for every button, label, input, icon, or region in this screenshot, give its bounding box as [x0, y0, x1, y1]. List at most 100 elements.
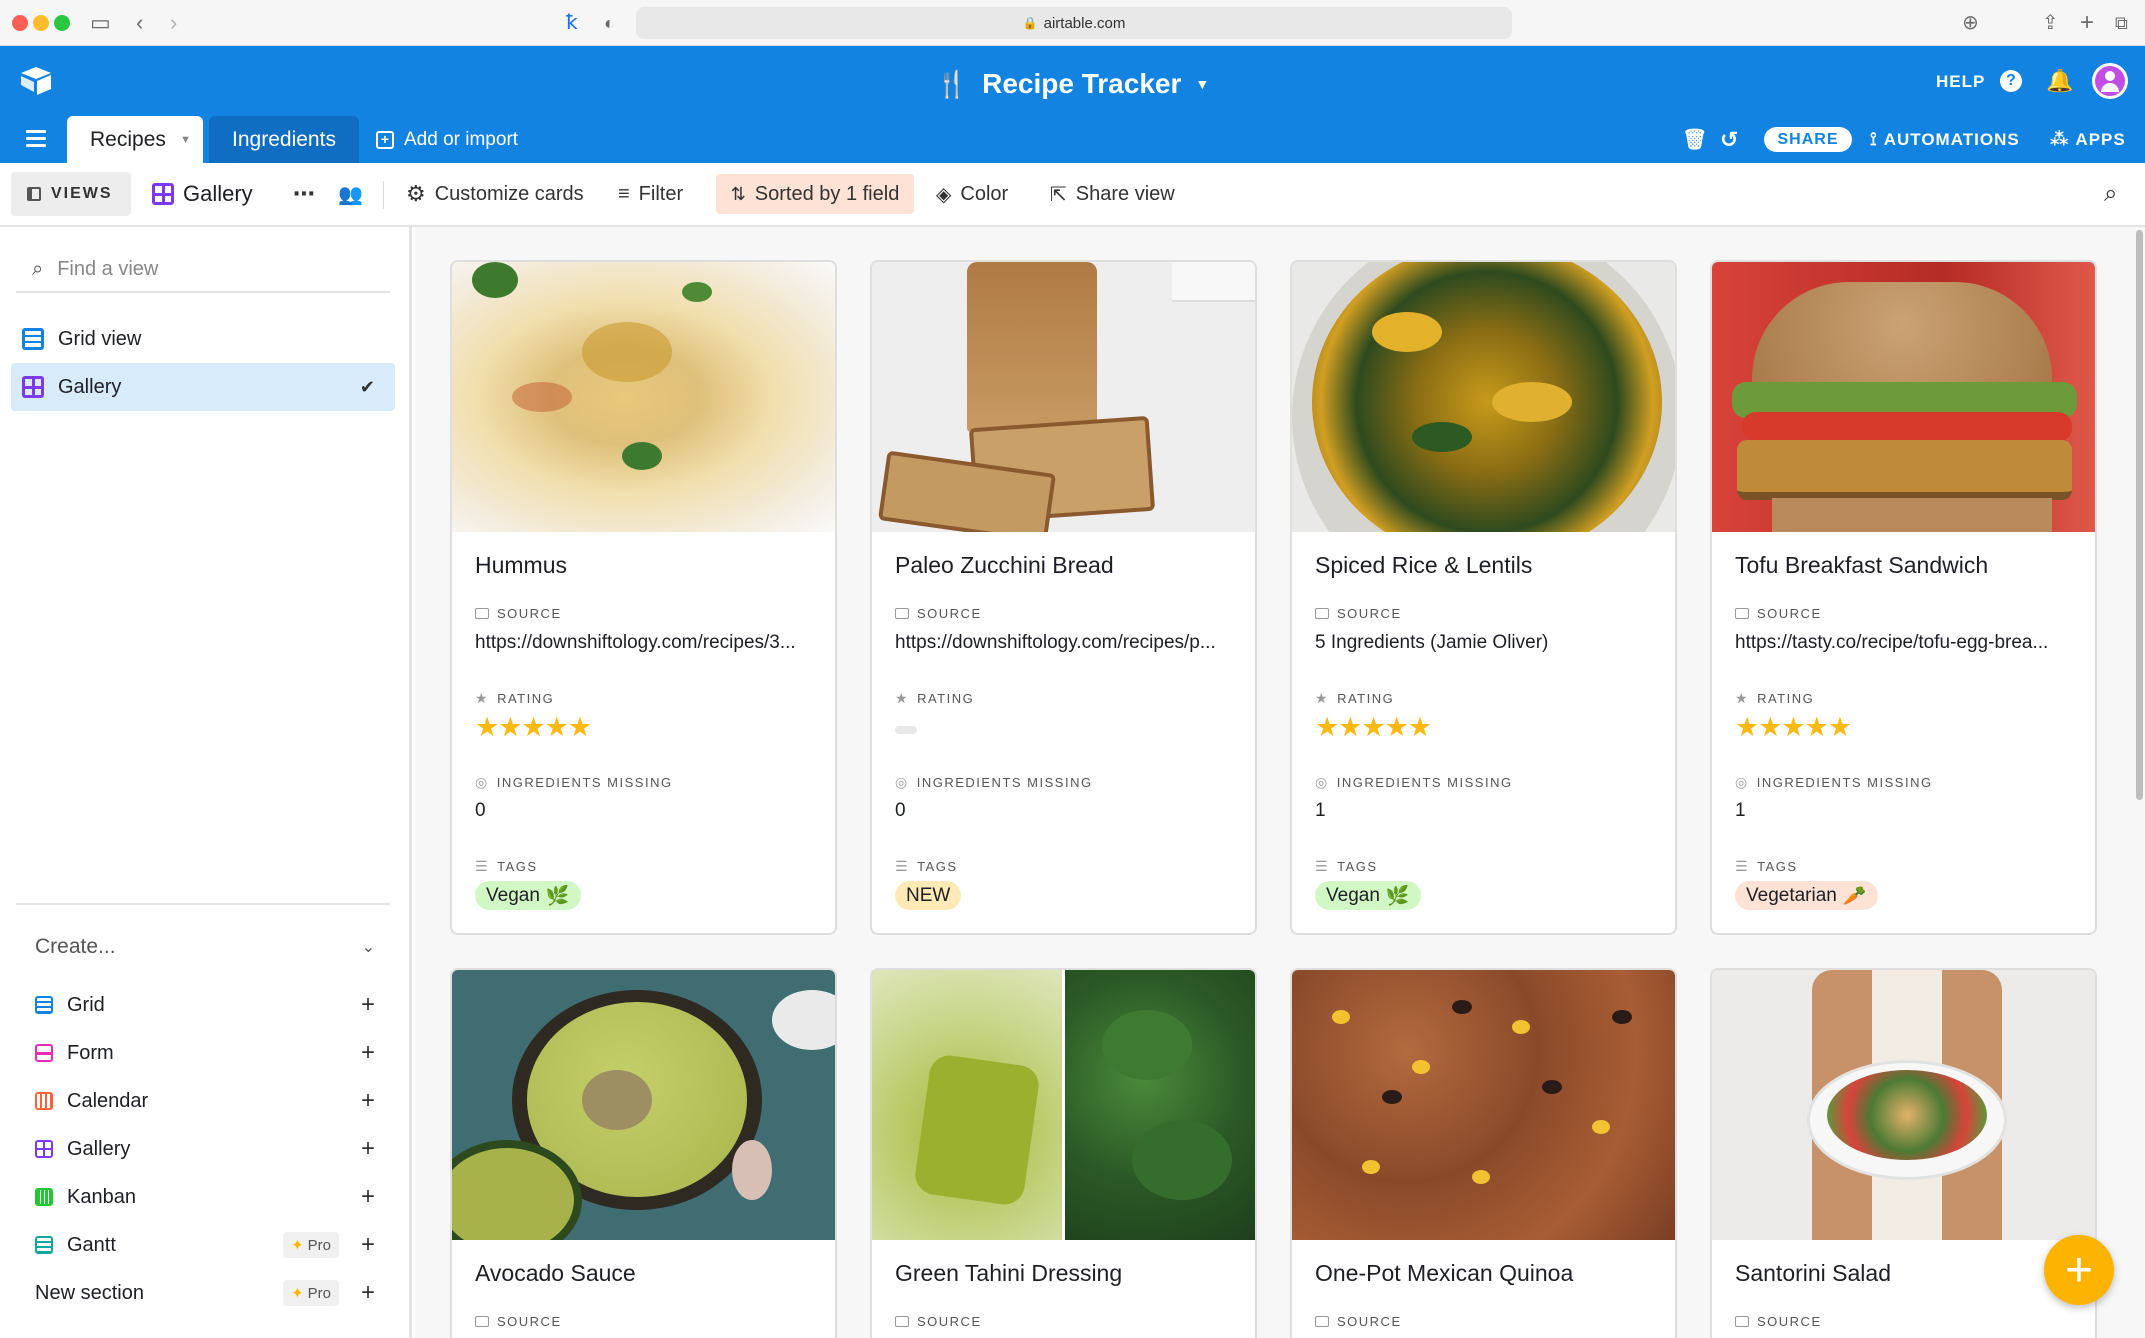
record-card[interactable]: Hummus SOURCE https://downshiftology.com… [450, 260, 837, 935]
color-button[interactable]: ◈ Color [936, 172, 1008, 216]
customize-cards-label: Customize cards [434, 182, 584, 205]
plus-icon[interactable]: + [361, 1087, 375, 1115]
add-or-import-button[interactable]: + Add or import [376, 116, 518, 163]
sparkle-icon: ✦ [291, 1285, 304, 1302]
create-grid-item[interactable]: Grid + [35, 985, 375, 1025]
find-view-input[interactable]: ⌕ Find a view [16, 247, 390, 293]
record-card[interactable]: Tofu Breakfast Sandwich SOURCE https://t… [1710, 260, 2097, 935]
sidebar-item-grid-view[interactable]: Grid view [11, 315, 395, 363]
spiced-rice-image [1292, 262, 1675, 532]
more-options-icon[interactable]: ⋯ [293, 172, 315, 216]
record-card[interactable]: Santorini Salad SOURCE [1710, 968, 2097, 1338]
card-title: Spiced Rice & Lentils [1315, 552, 1533, 578]
forward-icon[interactable]: › [170, 10, 177, 36]
create-item-label: Grid [67, 993, 105, 1016]
search-icon[interactable]: ⌕ [2104, 172, 2117, 216]
apps-button[interactable]: ⁂ APPS [2050, 116, 2126, 163]
plus-icon[interactable]: + [361, 991, 375, 1019]
extension-icon[interactable]: ꝁ [566, 10, 578, 36]
record-card[interactable]: One-Pot Mexican Quinoa SOURCE [1290, 968, 1677, 1338]
record-card[interactable]: Spiced Rice & Lentils SOURCE 5 Ingredien… [1290, 260, 1677, 935]
plus-icon[interactable]: + [361, 1231, 375, 1259]
record-card[interactable]: Green Tahini Dressing SOURCE [870, 968, 1257, 1338]
create-section-toggle[interactable]: Create... ⌄ [35, 927, 375, 967]
field-label-source: SOURCE [1315, 606, 1402, 621]
share-view-button[interactable]: ⇱ Share view [1050, 172, 1175, 216]
address-bar[interactable]: 🔒 airtable.com [636, 7, 1512, 39]
share-icon[interactable]: ⇪ [2042, 10, 2059, 36]
star-icon: ★ [1735, 690, 1750, 706]
create-gantt-item[interactable]: Gantt ✦ Pro + [35, 1225, 375, 1265]
card-title: Avocado Sauce [475, 1260, 636, 1286]
plus-icon[interactable]: + [361, 1039, 375, 1067]
add-or-import-label: Add or import [404, 128, 519, 150]
record-card[interactable]: Avocado Sauce SOURCE [450, 968, 837, 1338]
create-gallery-item[interactable]: Gallery + [35, 1129, 375, 1169]
bell-icon[interactable]: 🔔 [2046, 68, 2073, 94]
create-kanban-item[interactable]: Kanban + [35, 1177, 375, 1217]
customize-cards-button[interactable]: ⚙ Customize cards [406, 172, 584, 216]
shield-icon[interactable]: ◐ [604, 10, 615, 36]
create-form-item[interactable]: Form + [35, 1033, 375, 1073]
filter-button[interactable]: ≡ Filter [618, 172, 683, 216]
help-icon[interactable]: ? [2000, 70, 2022, 92]
link-icon [895, 1316, 909, 1327]
create-calendar-item[interactable]: Calendar + [35, 1081, 375, 1121]
ingredients-missing-value: 1 [1315, 800, 1326, 821]
field-label-source: SOURCE [1735, 606, 1822, 621]
filter-label: Filter [638, 182, 684, 205]
form-icon [35, 1044, 53, 1062]
ingredients-missing-label: INGREDIENTS MISSING [496, 775, 673, 790]
current-view-switcher[interactable]: Gallery [152, 172, 253, 216]
sidebar-item-gallery[interactable]: Gallery ✔ [11, 363, 395, 411]
views-label: VIEWS [51, 185, 113, 202]
pro-badge: ✦ Pro [283, 1232, 339, 1258]
carrot-icon: 🥕 [1842, 885, 1867, 907]
back-icon[interactable]: ‹ [136, 10, 143, 36]
plus-icon[interactable]: + [361, 1135, 375, 1163]
tabs-overview-icon[interactable]: ⧉ [2115, 10, 2128, 36]
automations-icon: ⟟ [1870, 129, 1878, 149]
add-record-button[interactable]: + [2044, 1235, 2114, 1305]
plus-icon[interactable]: + [361, 1279, 375, 1307]
download-icon[interactable]: ⊕ [1962, 10, 1979, 36]
ingredients-missing-value: 1 [1735, 800, 1746, 821]
plus-icon[interactable]: + [361, 1183, 375, 1211]
base-title[interactable]: 🍴 Recipe Tracker ▼ [0, 64, 2145, 104]
close-window-button[interactable] [12, 15, 28, 31]
source-value: 5 Ingredients (Jamie Oliver) [1315, 632, 1549, 653]
green-tahini-image [872, 970, 1255, 1240]
history-icon[interactable]: ↺ [1720, 116, 1739, 163]
trash-icon[interactable]: 🗑 [1682, 116, 1708, 163]
collaborators-icon[interactable]: 👥 [338, 172, 363, 216]
gallery-icon [22, 376, 44, 398]
tag-text: Vegetarian [1746, 884, 1837, 906]
new-tab-icon[interactable]: + [2080, 10, 2094, 36]
current-view-label: Gallery [183, 181, 253, 206]
rating-label: RATING [917, 691, 975, 706]
minimize-window-button[interactable] [33, 15, 49, 31]
source-label: SOURCE [497, 1314, 562, 1329]
field-label-tags: ☰ TAGS [895, 858, 958, 875]
help-button[interactable]: HELP [1936, 72, 1985, 92]
tab-ingredients-label: Ingredients [232, 127, 336, 151]
avatar[interactable] [2092, 63, 2128, 99]
apps-icon: ⁂ [2050, 129, 2070, 149]
chevron-down-icon[interactable]: ▼ [180, 134, 191, 146]
formula-icon: ◎ [1315, 774, 1329, 790]
gallery-scrollbar[interactable] [2136, 230, 2143, 800]
link-icon [475, 1316, 489, 1327]
sort-button[interactable]: ⇅ Sorted by 1 field [716, 174, 914, 214]
filter-icon: ≡ [618, 182, 630, 205]
create-new-section-item[interactable]: New section ✦ Pro + [35, 1273, 375, 1313]
maximize-window-button[interactable] [54, 15, 70, 31]
menu-icon[interactable] [26, 130, 46, 151]
tab-recipes[interactable]: Recipes ▼ [67, 116, 203, 163]
tab-ingredients[interactable]: Ingredients [209, 116, 359, 163]
sidebar-toggle-icon[interactable]: ▭ [90, 10, 111, 36]
share-button[interactable]: SHARE [1764, 127, 1852, 152]
table-tab-row: Recipes ▼ Ingredients + Add or import 🗑 … [0, 116, 2145, 163]
record-card[interactable]: Paleo Zucchini Bread SOURCE https://down… [870, 260, 1257, 935]
automations-button[interactable]: ⟟ AUTOMATIONS [1870, 116, 2020, 163]
views-toggle-button[interactable]: VIEWS [11, 172, 131, 216]
